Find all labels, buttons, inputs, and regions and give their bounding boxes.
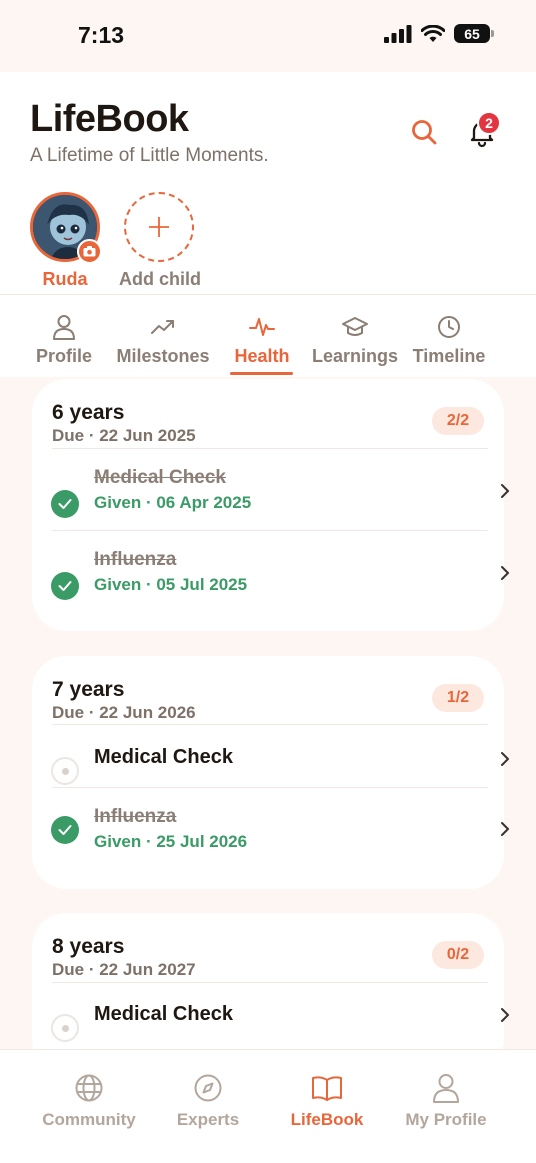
chevron-right-icon	[501, 752, 509, 766]
check-done-icon	[51, 816, 79, 844]
search-icon[interactable]	[408, 116, 440, 148]
pulse-icon	[249, 318, 275, 336]
nav-label: Community	[42, 1110, 136, 1129]
tab-label: Learnings	[311, 346, 399, 366]
battery-indicator: 65	[454, 24, 494, 43]
tab-label: Milestones	[116, 346, 210, 366]
compass-icon	[194, 1074, 222, 1102]
card-age-title: 8 years	[52, 935, 125, 958]
checkup-item-name: Medical Check	[94, 746, 233, 768]
checkup-item-name: Influenza	[94, 806, 177, 827]
person-icon	[433, 1074, 459, 1103]
chevron-right-icon	[501, 822, 509, 836]
section-tabs: Profile Milestones Health Learnings Time…	[0, 314, 536, 377]
camera-icon[interactable]	[77, 239, 102, 264]
card-due-date: Due · 22 Jun 2026	[52, 703, 196, 722]
given-date: Given · 25 Jul 2026	[94, 832, 248, 851]
checkup-item[interactable]: Influenza Given · 25 Jul 2026	[32, 802, 509, 872]
given-date: Given · 06 Apr 2025	[94, 493, 252, 512]
check-pending-icon	[51, 1014, 79, 1042]
divider	[52, 530, 488, 531]
globe-icon	[75, 1074, 103, 1102]
card-due-date: Due · 22 Jun 2027	[52, 960, 196, 979]
tab-label: Profile	[35, 346, 92, 366]
checkup-item-name: Medical Check	[94, 467, 226, 488]
active-tab-indicator	[230, 372, 293, 375]
checkup-item[interactable]: Influenza Given · 05 Jul 2025	[32, 545, 509, 615]
divider	[0, 294, 536, 295]
progress-count-badge: 1/2	[432, 684, 484, 712]
graduation-cap-icon	[342, 317, 368, 336]
header: LifeBook A Lifetime of Little Moments. 2…	[0, 72, 536, 377]
checkup-item-name: Influenza	[94, 549, 177, 570]
add-child-label[interactable]: Add child	[112, 269, 208, 290]
tab-milestones[interactable]: Milestones	[112, 314, 214, 367]
progress-count-badge: 0/2	[432, 941, 484, 969]
card-due-date: Due · 22 Jun 2025	[52, 426, 196, 445]
bottom-nav: Community Experts LifeBook My Profile	[0, 1049, 536, 1163]
tab-timeline[interactable]: Timeline	[410, 314, 488, 367]
tab-label: Timeline	[412, 346, 486, 366]
check-done-icon	[51, 572, 79, 600]
signal-icon	[384, 24, 412, 43]
divider	[52, 448, 488, 449]
card-age-title: 6 years	[52, 401, 125, 424]
nav-label: Experts	[176, 1110, 240, 1129]
nav-my-profile[interactable]: My Profile	[386, 1072, 506, 1130]
divider	[52, 787, 488, 788]
checkup-item-name: Medical Check	[94, 1003, 233, 1025]
given-date: Given · 05 Jul 2025	[94, 575, 248, 594]
chevron-right-icon	[501, 1008, 509, 1022]
chevron-right-icon	[501, 484, 509, 498]
clock-icon	[438, 316, 460, 338]
add-child-button[interactable]	[124, 192, 194, 262]
checkup-item[interactable]: Medical Check Given · 06 Apr 2025	[32, 463, 509, 533]
divider	[52, 982, 488, 983]
check-pending-icon	[51, 757, 79, 785]
nav-label: LifeBook	[290, 1110, 364, 1129]
app-title: LifeBook	[30, 98, 189, 140]
plus-icon	[149, 217, 169, 237]
app-subtitle: A Lifetime of Little Moments.	[30, 145, 269, 166]
book-icon	[312, 1076, 342, 1101]
status-time: 7:13	[78, 22, 125, 48]
person-icon	[53, 315, 75, 340]
checkup-card: 6 years Due · 22 Jun 2025 2/2 Medical Ch…	[32, 379, 509, 631]
progress-count-badge: 2/2	[432, 407, 484, 435]
nav-community[interactable]: Community	[29, 1072, 149, 1130]
divider	[52, 724, 488, 725]
checkup-item[interactable]: Medical Check	[32, 736, 509, 806]
card-age-title: 7 years	[52, 678, 125, 701]
nav-label: My Profile	[405, 1110, 487, 1129]
child-name[interactable]: Ruda	[30, 269, 100, 290]
tab-profile[interactable]: Profile	[30, 314, 98, 367]
nav-experts[interactable]: Experts	[148, 1072, 268, 1130]
status-bar: 7:13 65	[0, 0, 536, 72]
nav-lifebook[interactable]: LifeBook	[267, 1072, 387, 1130]
tab-learnings[interactable]: Learnings	[310, 314, 400, 367]
wifi-icon	[421, 24, 445, 42]
check-done-icon	[51, 490, 79, 518]
trend-up-icon	[151, 320, 174, 334]
tab-health[interactable]: Health	[226, 314, 298, 367]
checkup-card: 7 years Due · 22 Jun 2026 1/2 Medical Ch…	[32, 656, 509, 889]
chevron-right-icon	[501, 566, 509, 580]
notification-badge: 2	[477, 111, 501, 135]
tab-label: Health	[234, 346, 290, 366]
status-icons: 65	[384, 24, 494, 43]
